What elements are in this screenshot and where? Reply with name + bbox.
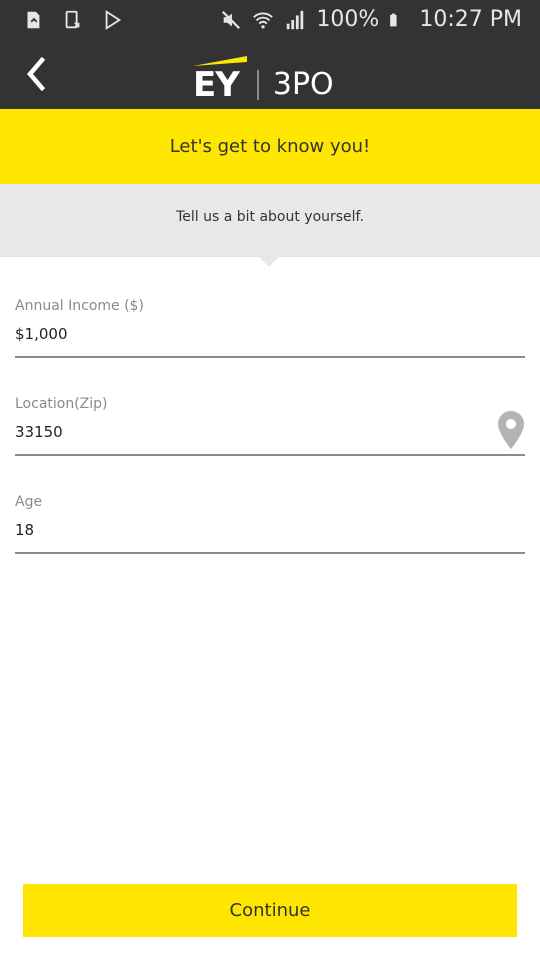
logo-beam-icon: [193, 56, 247, 66]
banner-title: Let's get to know you!: [169, 136, 371, 157]
age-input[interactable]: [15, 516, 485, 544]
subheader-pointer: [258, 256, 280, 267]
logo-divider: [256, 70, 259, 100]
logo-product-text: 3PO: [272, 67, 334, 102]
mute-icon: [222, 10, 241, 30]
status-bar: 100% 10:27 PM: [0, 0, 540, 40]
battery-percent: 100%: [316, 7, 380, 32]
location-label: Location(Zip): [15, 396, 108, 412]
map-pin-icon: [498, 411, 524, 449]
app-bar: EY 3PO: [0, 40, 540, 109]
annual-income-label: Annual Income ($): [15, 298, 144, 314]
location-field: Location(Zip): [15, 396, 525, 456]
chevron-left-icon: [27, 57, 46, 91]
battery-icon: [390, 13, 397, 27]
signal-icon: [287, 10, 304, 30]
annual-income-input[interactable]: [15, 320, 485, 348]
continue-button[interactable]: Continue: [23, 884, 517, 937]
locate-button[interactable]: [497, 410, 525, 450]
play-store-icon: [105, 10, 122, 30]
age-label: Age: [15, 494, 43, 510]
subheader-text: Tell us a bit about yourself.: [176, 209, 364, 225]
zip-input[interactable]: [15, 418, 485, 446]
wifi-icon: [253, 12, 274, 29]
ey-3po-logo: EY 3PO: [193, 46, 334, 102]
screenshot-icon: [65, 10, 80, 29]
age-field: Age: [15, 494, 525, 554]
logo-brand-text: EY: [193, 65, 240, 105]
annual-income-field: Annual Income ($): [15, 298, 525, 358]
subheader: Tell us a bit about yourself.: [0, 184, 540, 257]
sd-card-icon: [27, 11, 40, 29]
welcome-banner: Let's get to know you!: [0, 109, 540, 184]
back-button[interactable]: [16, 52, 56, 96]
clock: 10:27 PM: [419, 7, 522, 32]
logo-brand: EY: [193, 56, 247, 105]
